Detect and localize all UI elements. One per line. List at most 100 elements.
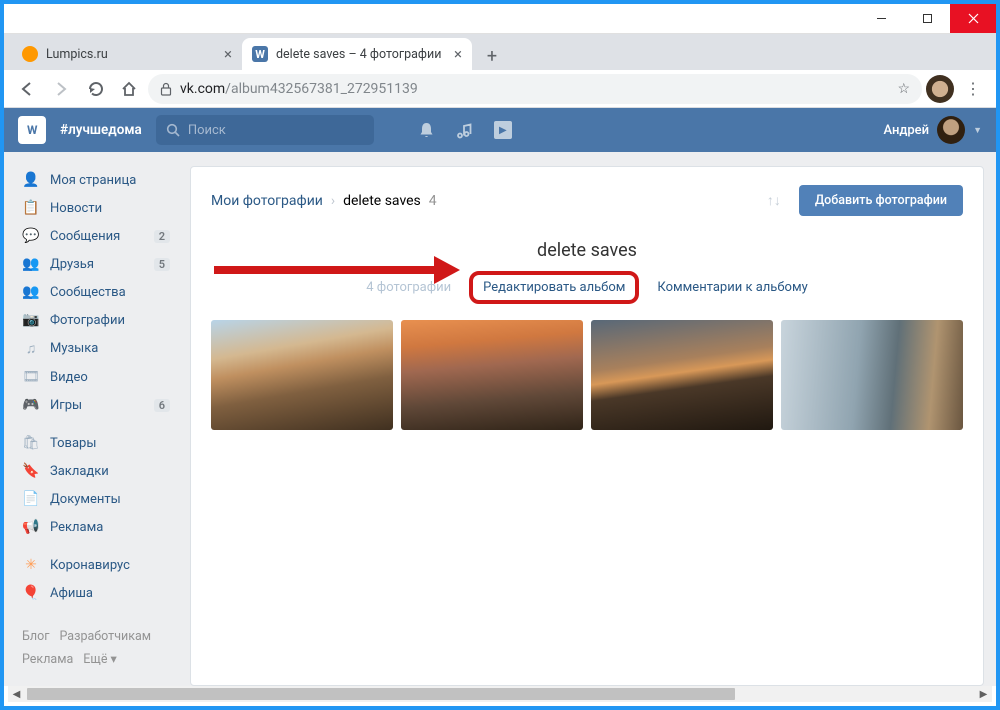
breadcrumb-count: 4 (429, 193, 437, 209)
music-icon: ♫ (22, 340, 40, 357)
sidebar-footer: Блог Разработчикам Реклама Ещё ▾ (16, 625, 176, 671)
notifications-bell-icon[interactable] (418, 121, 435, 139)
horizontal-scrollbar[interactable]: ◀ ▶ (8, 686, 992, 702)
vk-topbar: W #лучшедома Поиск ▶ Андрей ▼ (4, 108, 996, 152)
sidebar-label: Реклама (50, 520, 103, 535)
breadcrumb-root-link[interactable]: Мои фотографии (211, 193, 323, 209)
scroll-left-button[interactable]: ◀ (8, 686, 25, 702)
badge: 2 (154, 230, 170, 243)
music-note-icon[interactable] (457, 122, 472, 139)
browser-tab-lumpics[interactable]: Lumpics.ru × (12, 38, 242, 70)
sidebar-label: Видео (50, 370, 88, 385)
add-photos-button[interactable]: Добавить фотографии (799, 185, 963, 216)
sidebar-item-covid[interactable]: ✳Коронавирус (16, 551, 176, 579)
browser-tab-vk[interactable]: W delete saves – 4 фотографии × (242, 38, 472, 70)
vk-user-menu[interactable]: Андрей ▼ (883, 116, 982, 144)
sidebar-item-profile[interactable]: 👤 Моя страница (16, 166, 176, 194)
sidebar-item-photos[interactable]: 📷Фотографии (16, 306, 176, 334)
sidebar: 👤 Моя страница 📋 Новости 💬 Сообщения 2 👥Друз… (16, 166, 176, 686)
sidebar-item-video[interactable]: 🎞 Видео (16, 363, 176, 391)
tab-title: Lumpics.ru (46, 47, 216, 62)
profile-avatar-button[interactable] (926, 75, 954, 103)
video-icon: 🎞 (22, 369, 40, 385)
sidebar-label: Сообщения (50, 229, 120, 244)
market-icon: 🛍 (22, 435, 40, 451)
album-comments-link[interactable]: Комментарии к альбому (657, 280, 807, 295)
badge: 5 (154, 258, 170, 271)
vk-tagline[interactable]: #лучшедома (60, 122, 142, 138)
sidebar-item-messages[interactable]: 💬 Сообщения 2 (16, 222, 176, 250)
url-text: vk.com/album432567381_272951139 (180, 81, 418, 97)
tab-close-button[interactable]: × (454, 45, 462, 63)
messages-icon: 💬 (22, 228, 40, 244)
sidebar-item-bookmarks[interactable]: 🔖Закладки (16, 457, 176, 485)
photo-grid (211, 320, 963, 430)
main-content: Мои фотографии › delete saves 4 ↑↓ Добав… (190, 166, 984, 686)
nav-forward-button[interactable] (46, 74, 76, 104)
news-icon: 📋 (22, 200, 40, 216)
footer-ads-link[interactable]: Реклама (22, 652, 73, 667)
sidebar-label: Фотографии (50, 313, 125, 328)
vk-logo-icon[interactable]: W (18, 116, 46, 144)
sidebar-item-market[interactable]: 🛍 Товары (16, 429, 176, 457)
main-header: Мои фотографии › delete saves 4 ↑↓ Добав… (211, 185, 963, 216)
tab-close-button[interactable]: × (224, 45, 232, 63)
photo-thumbnail[interactable] (401, 320, 583, 430)
communities-icon: 👥 (22, 284, 40, 300)
address-bar[interactable]: vk.com/album432567381_272951139 ☆ (148, 74, 922, 104)
sidebar-label: Моя страница (50, 173, 136, 188)
nav-reload-button[interactable] (80, 74, 110, 104)
edit-album-link[interactable]: Редактировать альбом (469, 271, 639, 304)
sidebar-label: Музыка (50, 341, 98, 356)
vk-search-input[interactable]: Поиск (156, 115, 374, 145)
play-button-icon[interactable]: ▶ (494, 121, 512, 139)
window-minimize-button[interactable] (858, 4, 904, 33)
sidebar-label: Коронавирус (50, 558, 130, 573)
photo-thumbnail[interactable] (211, 320, 393, 430)
vk-page-body: 👤 Моя страница 📋 Новости 💬 Сообщения 2 👥Друз… (4, 152, 996, 686)
tab-title: delete saves – 4 фотографии (276, 47, 446, 62)
scroll-right-button[interactable]: ▶ (975, 686, 992, 702)
sort-icon[interactable]: ↑↓ (767, 192, 781, 209)
favicon-vk-icon: W (252, 46, 268, 62)
nav-back-button[interactable] (12, 74, 42, 104)
scroll-thumb[interactable] (27, 688, 735, 700)
sidebar-label: Сообщества (50, 285, 126, 300)
ads-icon: 📢 (22, 519, 40, 535)
chevron-down-icon: ▼ (973, 125, 982, 136)
window-close-button[interactable] (950, 4, 996, 33)
footer-blog-link[interactable]: Блог (22, 629, 49, 644)
events-icon: 🎈 (22, 585, 40, 601)
sidebar-item-documents[interactable]: 📄Документы (16, 485, 176, 513)
browser-tabstrip: Lumpics.ru × W delete saves – 4 фотограф… (4, 34, 996, 70)
games-icon: 🎮 (22, 397, 40, 413)
bookmark-star-icon[interactable]: ☆ (897, 81, 910, 97)
browser-menu-button[interactable]: ⋮ (958, 74, 988, 104)
friends-icon: 👥 (22, 256, 40, 272)
search-icon (166, 123, 180, 137)
vk-header-icons: ▶ (418, 121, 512, 139)
nav-home-button[interactable] (114, 74, 144, 104)
sidebar-item-events[interactable]: 🎈Афиша (16, 579, 176, 607)
sidebar-item-games[interactable]: 🎮Игры6 (16, 391, 176, 419)
lock-icon (160, 82, 172, 96)
footer-more-link[interactable]: Ещё ▾ (83, 652, 117, 667)
sidebar-item-news[interactable]: 📋 Новости (16, 194, 176, 222)
photo-thumbnail[interactable] (591, 320, 773, 430)
footer-dev-link[interactable]: Разработчикам (59, 629, 151, 644)
sidebar-item-ads[interactable]: 📢 Реклама (16, 513, 176, 541)
sidebar-label: Новости (50, 201, 102, 216)
new-tab-button[interactable]: + (478, 42, 506, 70)
vk-username: Андрей (883, 123, 929, 138)
window-maximize-button[interactable] (904, 4, 950, 33)
favicon-lumpics-icon (22, 46, 38, 62)
sidebar-item-friends[interactable]: 👥Друзья5 (16, 250, 176, 278)
photo-thumbnail[interactable] (781, 320, 963, 430)
annotation-arrow (214, 256, 460, 284)
window-titlebar (4, 4, 996, 34)
sidebar-label: Товары (50, 436, 96, 451)
vk-user-avatar-icon (937, 116, 965, 144)
profile-icon: 👤 (22, 172, 40, 188)
sidebar-item-music[interactable]: ♫ Музыка (16, 334, 176, 363)
sidebar-item-communities[interactable]: 👥 Сообщества (16, 278, 176, 306)
